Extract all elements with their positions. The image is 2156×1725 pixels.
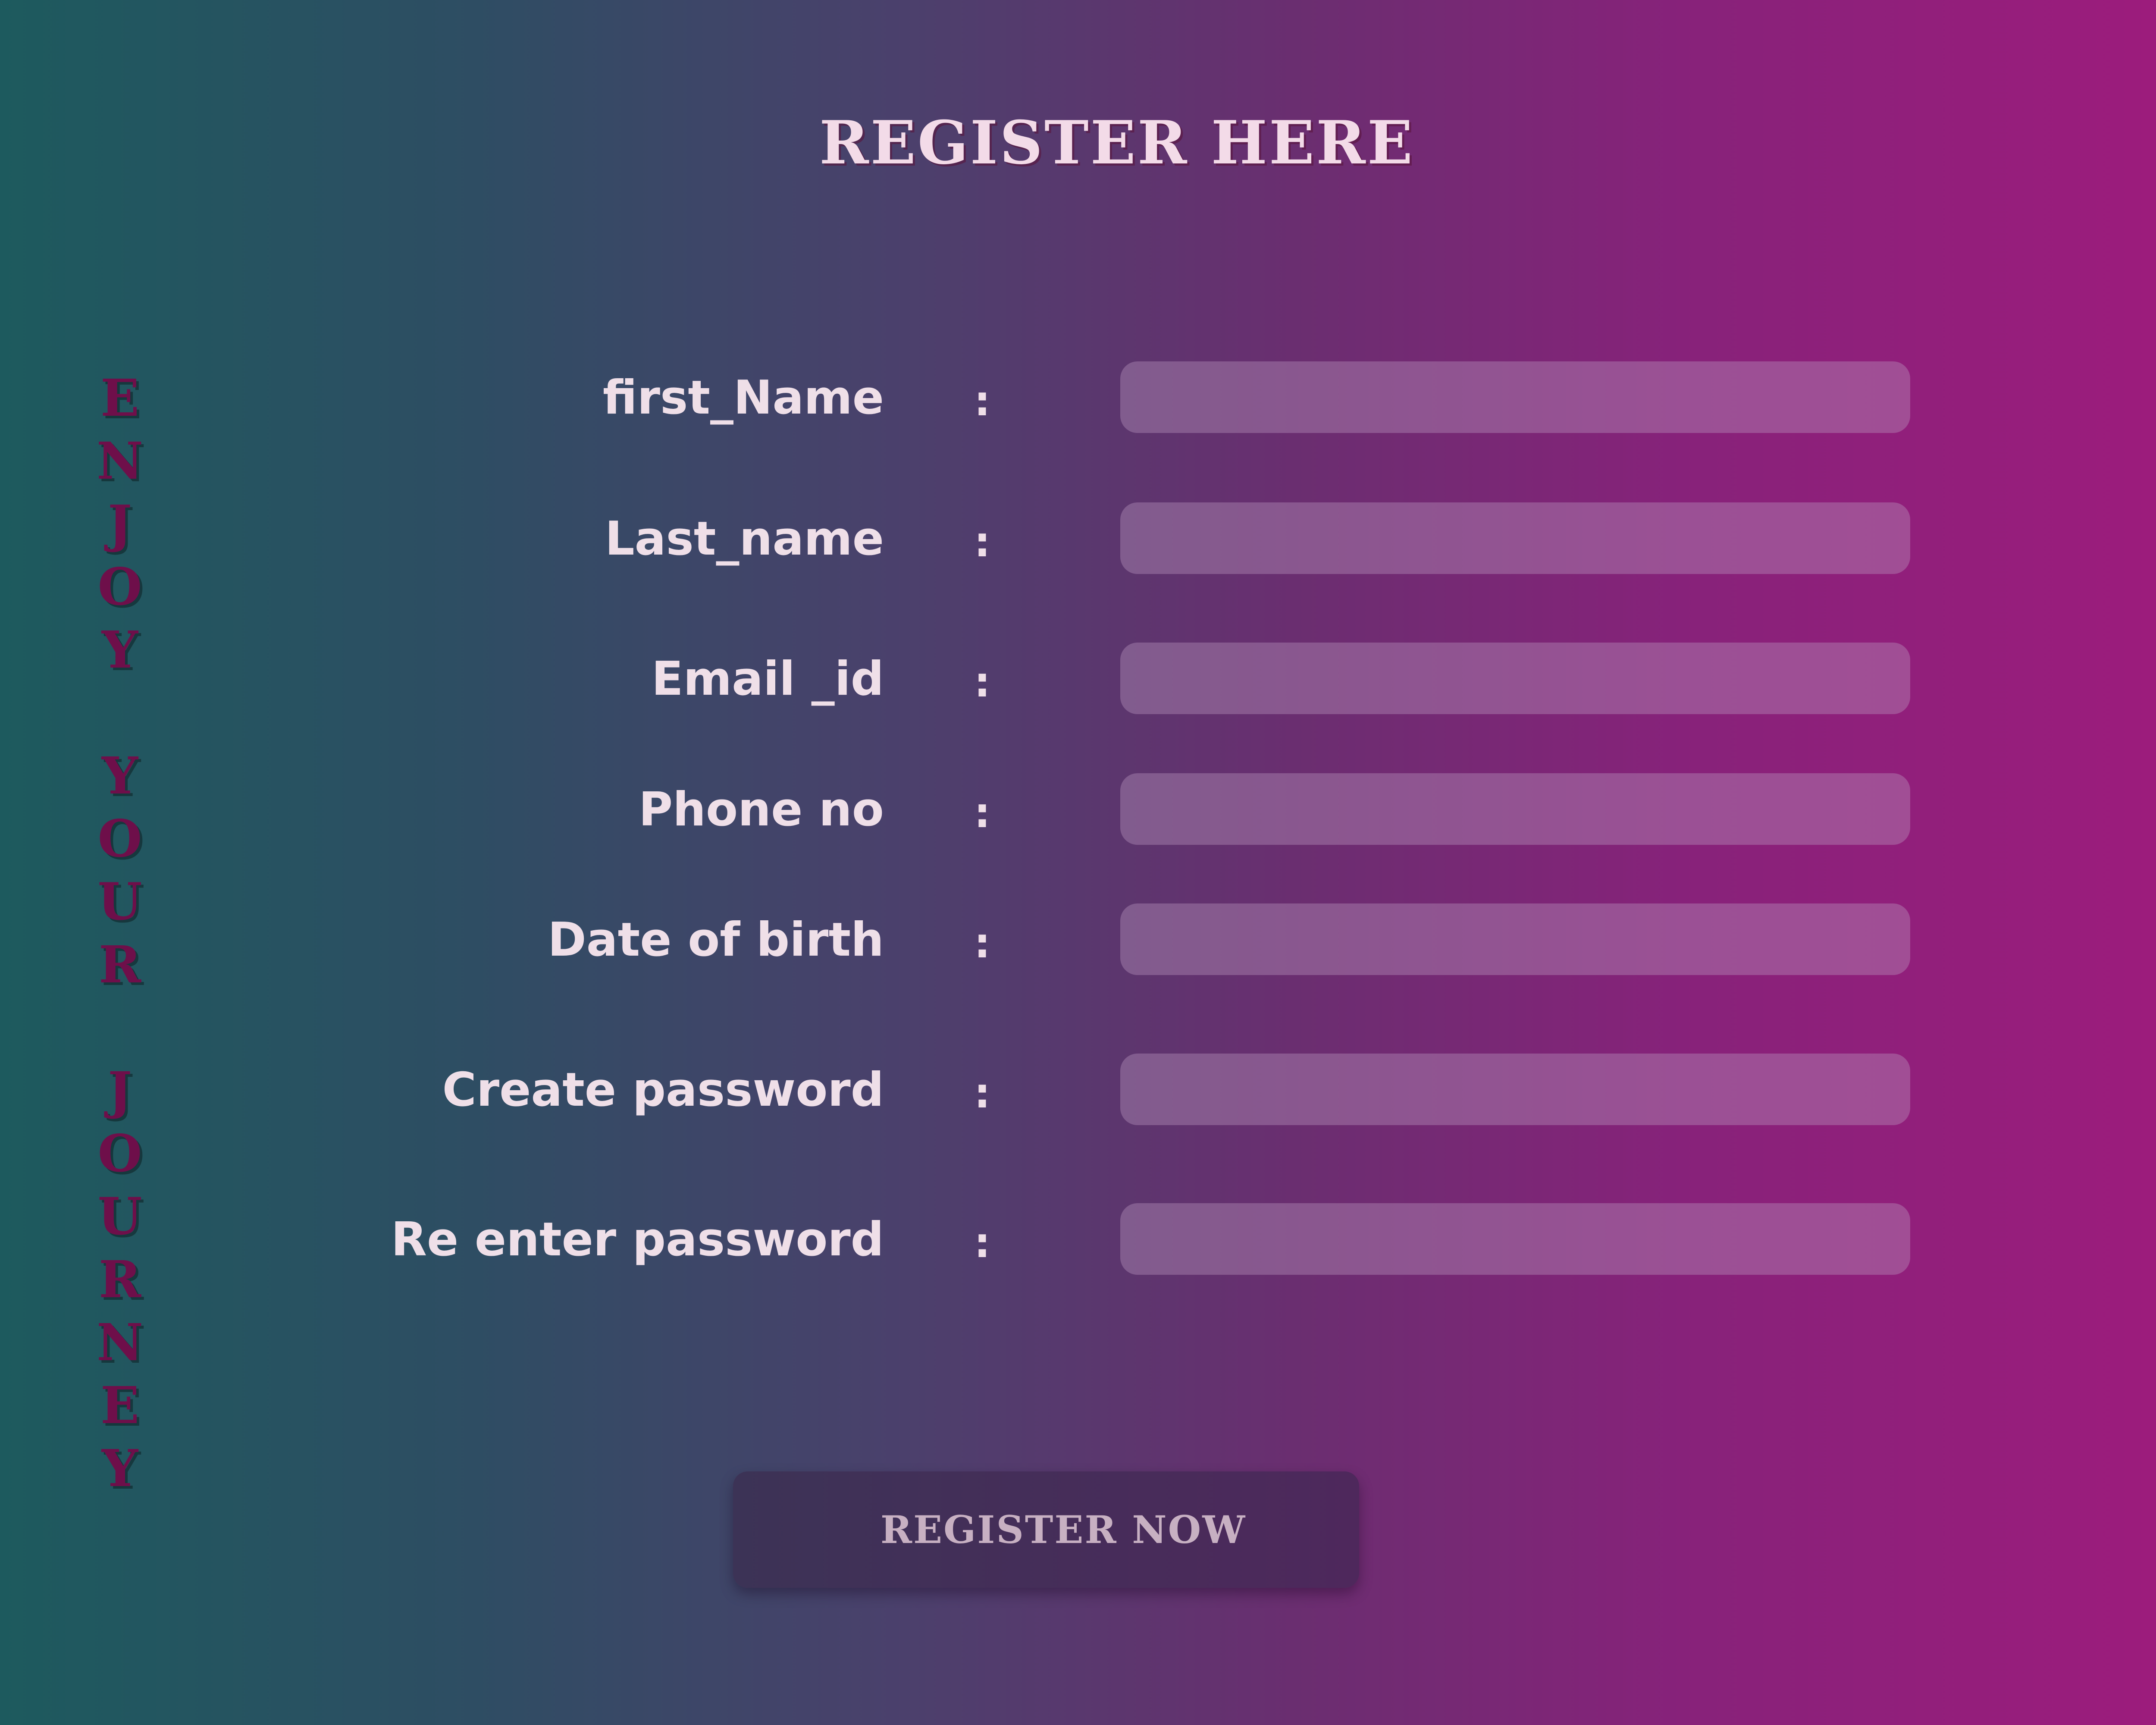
reenter-password-row: Re enter password :: [0, 1203, 2156, 1276]
first-name-input[interactable]: [1120, 361, 1910, 433]
first-name-colon: :: [974, 377, 991, 425]
create-password-input[interactable]: [1120, 1054, 1910, 1125]
email-row: Email _id :: [0, 643, 2156, 716]
phone-row: Phone no :: [0, 773, 2156, 847]
date-of-birth-input[interactable]: [1120, 903, 1910, 975]
reenter-password-input[interactable]: [1120, 1203, 1910, 1275]
email-colon: :: [974, 658, 991, 706]
date-of-birth-label: Date of birth: [548, 913, 884, 967]
create-password-row: Create password :: [0, 1054, 2156, 1127]
first-name-row: first_Name :: [0, 361, 2156, 435]
last-name-row: Last_name :: [0, 502, 2156, 576]
create-password-colon: :: [974, 1069, 991, 1117]
page-title: REGISTER HERE: [819, 107, 1414, 178]
date-of-birth-colon: :: [974, 919, 991, 967]
reenter-password-label: Re enter password: [391, 1213, 884, 1267]
last-name-label: Last_name: [605, 512, 884, 566]
first-name-label: first_Name: [602, 371, 884, 425]
date-of-birth-row: Date of birth :: [0, 903, 2156, 977]
email-input[interactable]: [1120, 643, 1910, 714]
last-name-input[interactable]: [1120, 502, 1910, 574]
phone-label: Phone no: [638, 783, 884, 837]
phone-input[interactable]: [1120, 773, 1910, 845]
register-now-button[interactable]: REGISTER NOW: [733, 1471, 1359, 1588]
create-password-label: Create password: [442, 1063, 884, 1117]
phone-colon: :: [974, 789, 991, 837]
email-label: Email _id: [651, 652, 884, 706]
last-name-colon: :: [974, 518, 991, 566]
reenter-password-colon: :: [974, 1219, 991, 1267]
